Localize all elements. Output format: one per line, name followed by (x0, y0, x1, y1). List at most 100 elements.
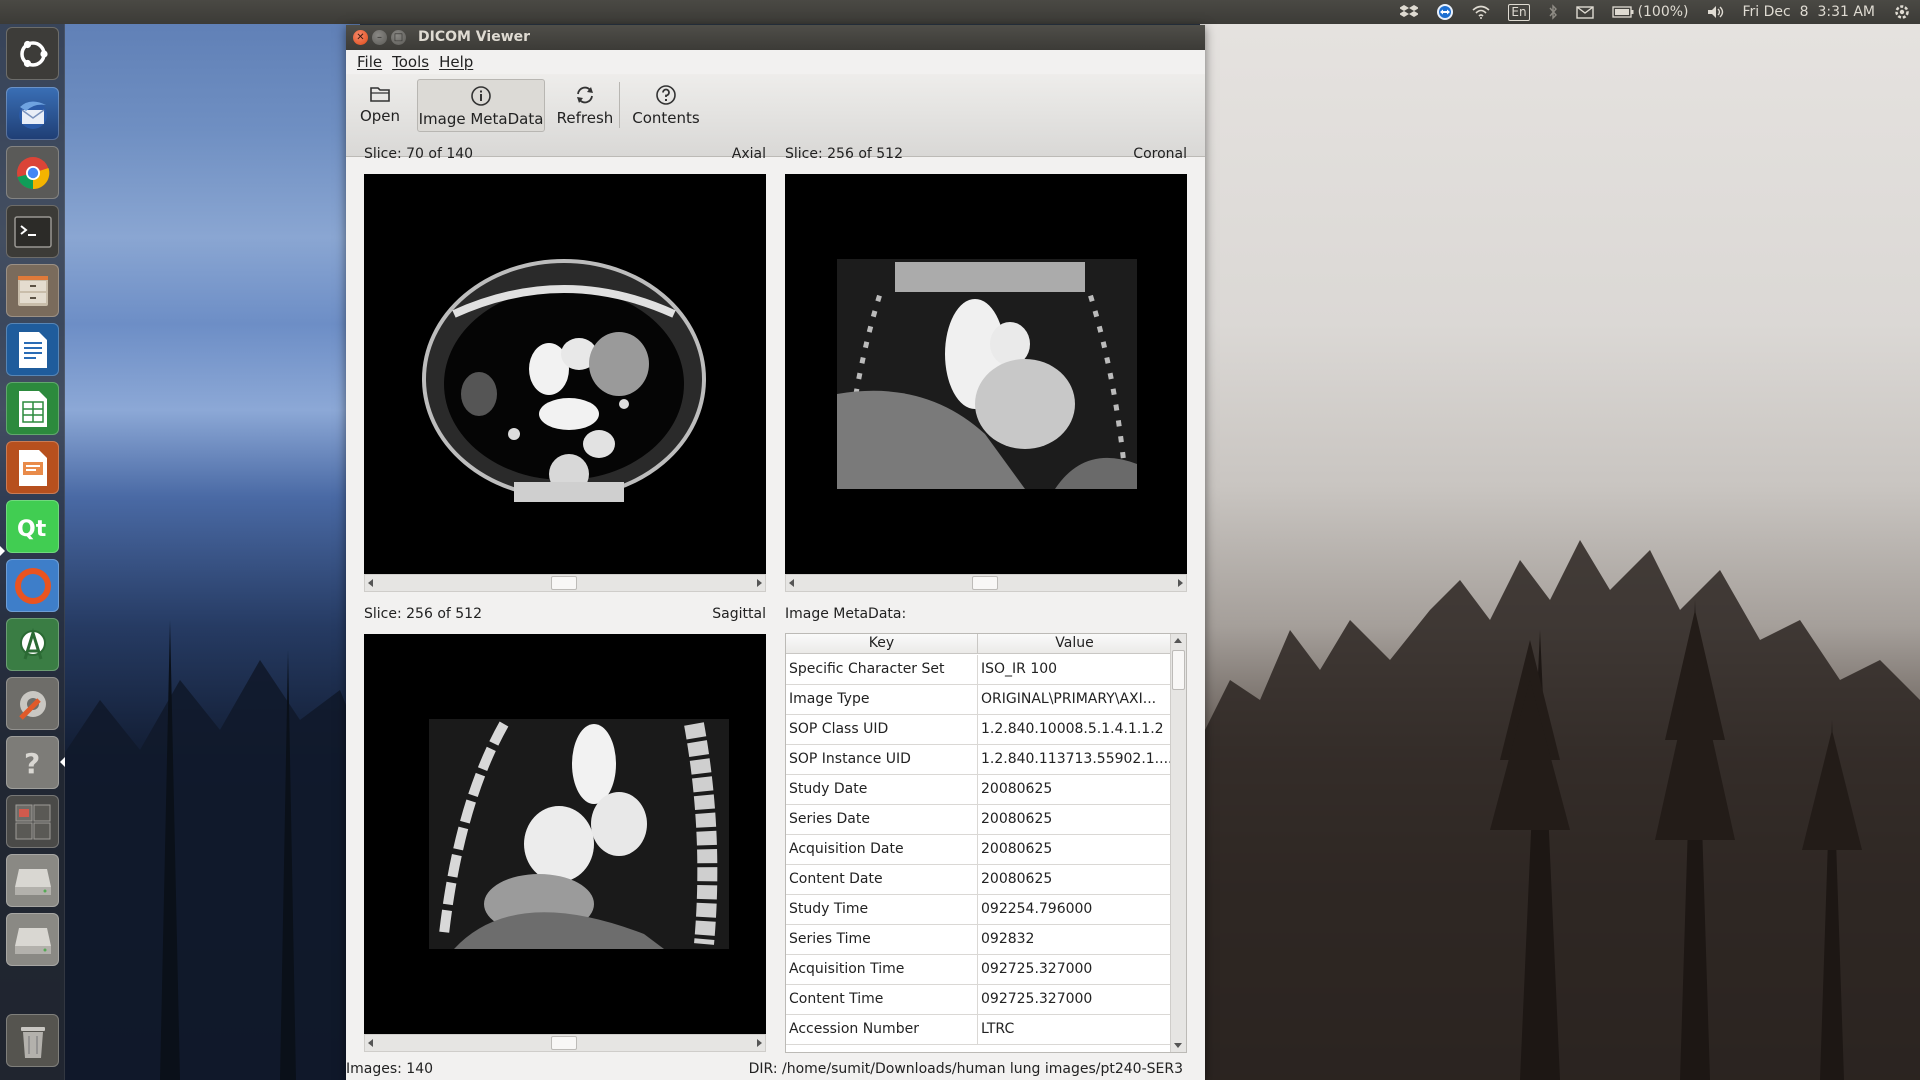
sagittal-image-view[interactable] (364, 634, 766, 1034)
table-row[interactable]: Series Time 092832 (786, 925, 1171, 955)
metadata-key-cell[interactable]: Series Date (786, 805, 978, 834)
scroll-right-arrow-icon[interactable] (757, 1039, 762, 1047)
launcher-drive-2[interactable] (6, 913, 59, 966)
metadata-vertical-scrollbar[interactable] (1170, 634, 1186, 1052)
metadata-value-cell[interactable]: 092725.327000 (978, 955, 1171, 984)
scroll-left-arrow-icon[interactable] (789, 579, 794, 587)
metadata-value-cell[interactable]: 20080625 (978, 805, 1171, 834)
table-row[interactable]: Image Type ORIGINAL\PRIMARY\AXI... (786, 685, 1171, 715)
launcher-libreoffice-impress[interactable] (6, 441, 59, 494)
metadata-value-cell[interactable]: ISO_IR 100 (978, 655, 1171, 684)
metadata-value-cell[interactable]: 092832 (978, 925, 1171, 954)
wifi-icon[interactable] (1463, 0, 1499, 24)
launcher-qt-creator[interactable]: Qt (6, 500, 59, 553)
metadata-key-cell[interactable]: Specific Character Set (786, 655, 978, 684)
metadata-key-cell[interactable]: SOP Class UID (786, 715, 978, 744)
battery-indicator[interactable]: (100%) (1603, 0, 1698, 24)
table-row[interactable]: Acquisition Date 20080625 (786, 835, 1171, 865)
metadata-key-cell[interactable]: SOP Instance UID (786, 745, 978, 774)
window-titlebar[interactable]: ✕ – □ DICOM Viewer (346, 25, 1205, 50)
key-column-header[interactable]: Key (786, 634, 978, 653)
table-row[interactable]: Content Time 092725.327000 (786, 985, 1171, 1015)
launcher-dash-button[interactable] (6, 27, 59, 80)
metadata-key-cell[interactable]: Image Type (786, 685, 978, 714)
volume-icon[interactable] (1698, 0, 1734, 24)
metadata-value-cell[interactable]: 20080625 (978, 865, 1171, 894)
scroll-left-arrow-icon[interactable] (368, 579, 373, 587)
scrollbar-thumb[interactable] (1172, 650, 1185, 690)
table-row[interactable]: SOP Class UID 1.2.840.10008.5.1.4.1.1.2 (786, 715, 1171, 745)
mail-icon[interactable] (1567, 0, 1603, 24)
image-metadata-button[interactable]: Image MetaData (417, 79, 545, 132)
scroll-right-arrow-icon[interactable] (1178, 579, 1183, 587)
teamviewer-icon[interactable] (1427, 0, 1463, 24)
scroll-left-arrow-icon[interactable] (368, 1039, 373, 1047)
scroll-right-arrow-icon[interactable] (757, 579, 762, 587)
clock[interactable]: Fri Dec 8 3:31 AM (1734, 0, 1884, 24)
metadata-key-cell[interactable]: Accession Number (786, 1015, 978, 1044)
launcher-help[interactable]: ? (6, 736, 59, 789)
scroll-down-arrow-icon[interactable] (1174, 1043, 1182, 1048)
table-row[interactable]: Study Date 20080625 (786, 775, 1171, 805)
value-column-header[interactable]: Value (978, 634, 1171, 653)
metadata-key-cell[interactable]: Study Time (786, 895, 978, 924)
axial-horizontal-scrollbar[interactable] (364, 574, 766, 592)
window-minimize-button[interactable]: – (372, 30, 387, 45)
table-row[interactable]: Series Date 20080625 (786, 805, 1171, 835)
table-row[interactable]: Specific Character Set ISO_IR 100 (786, 655, 1171, 685)
metadata-value-cell[interactable]: LTRC (978, 1015, 1171, 1044)
scrollbar-thumb[interactable] (551, 576, 577, 590)
launcher-files[interactable] (6, 264, 59, 317)
table-row[interactable]: Acquisition Time 092725.327000 (786, 955, 1171, 985)
keyboard-language-indicator[interactable]: En (1499, 0, 1538, 24)
metadata-key-cell[interactable]: Content Time (786, 985, 978, 1014)
launcher-chrome[interactable] (6, 146, 59, 199)
metadata-value-cell[interactable]: 1.2.840.113713.55902.1.... (978, 745, 1171, 774)
metadata-key-cell[interactable]: Content Date (786, 865, 978, 894)
table-row[interactable]: SOP Instance UID 1.2.840.113713.55902.1..… (786, 745, 1171, 775)
launcher-terminal[interactable] (6, 205, 59, 258)
window-close-button[interactable]: ✕ (353, 30, 368, 45)
metadata-value-cell[interactable]: 1.2.840.10008.5.1.4.1.1.2 (978, 715, 1171, 744)
sagittal-horizontal-scrollbar[interactable] (364, 1034, 766, 1052)
metadata-key-cell[interactable]: Series Time (786, 925, 978, 954)
metadata-value-cell[interactable]: 20080625 (978, 775, 1171, 804)
bluetooth-icon[interactable] (1539, 0, 1567, 24)
scroll-up-arrow-icon[interactable] (1174, 638, 1182, 643)
table-row[interactable]: Accession Number LTRC (786, 1015, 1171, 1045)
axial-image-view[interactable] (364, 174, 766, 574)
dropbox-icon[interactable] (1391, 0, 1427, 24)
launcher-workspace-switcher[interactable] (6, 795, 59, 848)
session-gear-icon[interactable] (1884, 0, 1920, 24)
launcher-thunderbird[interactable] (6, 87, 59, 140)
metadata-value-cell[interactable]: 092254.796000 (978, 895, 1171, 924)
contents-button[interactable]: Contents (626, 79, 706, 132)
launcher-ubuntu-software[interactable] (6, 559, 59, 612)
launcher-android-studio[interactable] (6, 618, 59, 671)
metadata-value-cell[interactable]: 092725.327000 (978, 985, 1171, 1014)
launcher-libreoffice-calc[interactable] (6, 382, 59, 435)
coronal-horizontal-scrollbar[interactable] (785, 574, 1187, 592)
scrollbar-thumb[interactable] (551, 1036, 577, 1050)
metadata-value-cell[interactable]: 20080625 (978, 835, 1171, 864)
refresh-button[interactable]: Refresh (552, 79, 618, 132)
launcher-libreoffice-writer[interactable] (6, 323, 59, 376)
battery-percent: (100%) (1637, 4, 1689, 20)
menu-tools[interactable]: Tools (387, 53, 434, 71)
launcher-drive-1[interactable] (6, 854, 59, 907)
launcher-system-settings[interactable] (6, 677, 59, 730)
scrollbar-thumb[interactable] (972, 576, 998, 590)
metadata-table[interactable]: Key Value Specific Character Set ISO_IR 1… (785, 633, 1187, 1053)
metadata-key-cell[interactable]: Acquisition Date (786, 835, 978, 864)
metadata-value-cell[interactable]: ORIGINAL\PRIMARY\AXI... (978, 685, 1171, 714)
open-button[interactable]: Open (358, 79, 402, 132)
menu-file[interactable]: File (352, 53, 387, 71)
table-row[interactable]: Content Date 20080625 (786, 865, 1171, 895)
window-maximize-button[interactable]: □ (391, 30, 406, 45)
coronal-image-view[interactable] (785, 174, 1187, 574)
metadata-key-cell[interactable]: Study Date (786, 775, 978, 804)
menu-help[interactable]: Help (434, 53, 478, 71)
table-row[interactable]: Study Time 092254.796000 (786, 895, 1171, 925)
metadata-key-cell[interactable]: Acquisition Time (786, 955, 978, 984)
launcher-trash[interactable] (6, 1014, 59, 1067)
